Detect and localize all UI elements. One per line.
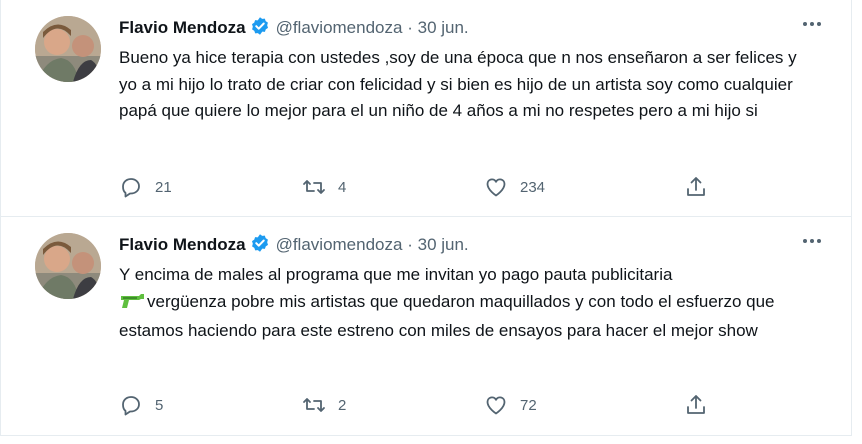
reply-icon [122,178,140,198]
share-button[interactable] [684,393,708,417]
avatar[interactable] [35,16,101,82]
share-icon [687,177,705,196]
retweet-icon [303,398,325,412]
tweet-actions: 5 2 72 [119,393,739,421]
author-name[interactable]: Flavio Mendoza [119,18,246,37]
tweet-actions: 21 4 234 [119,175,739,203]
tweet-feed: Flavio Mendoza @flaviomendoza · 30 jun. B… [0,0,862,444]
reply-count: 5 [155,396,164,414]
retweet-count: 4 [338,178,347,196]
tweet[interactable]: Flavio Mendoza @flaviomendoza · 30 jun. Y… [0,217,852,436]
like-button[interactable]: 234 [484,175,545,199]
retweet-button[interactable]: 2 [302,393,346,417]
author-name[interactable]: Flavio Mendoza [119,235,246,254]
tweet-text: Bueno ya hice terapia con ustedes ,soy d… [119,48,797,120]
retweet-icon [303,180,325,194]
share-button[interactable] [684,175,708,199]
like-count: 234 [520,178,546,196]
tweet-date[interactable]: 30 jun. [418,18,469,37]
like-button[interactable]: 72 [484,393,537,417]
tweet-text-rest: vergüenza pobre mis artistas que quedaro… [119,291,775,341]
verified-badge-icon [250,233,270,258]
tweet-header: Flavio Mendoza @flaviomendoza · 30 jun. [119,233,469,258]
like-count: 72 [520,396,537,414]
reply-icon [122,396,140,416]
share-icon [687,395,705,414]
more-options-icon[interactable] [799,231,825,251]
heart-icon [486,396,506,415]
more-options-icon[interactable] [799,14,825,34]
separator: · [407,18,413,37]
retweet-count: 2 [338,396,347,414]
tweet-text: Y encima de males al programa que me inv… [119,262,819,345]
separator: · [407,235,413,254]
reply-count: 21 [155,178,172,196]
reply-button[interactable]: 5 [119,393,163,417]
retweet-button[interactable]: 4 [302,175,346,199]
tweet-text-line: Y encima de males al programa que me inv… [119,265,673,284]
reply-button[interactable]: 21 [119,175,172,199]
tweet-date[interactable]: 30 jun. [418,235,469,254]
heart-icon [486,178,506,197]
tweet[interactable]: Flavio Mendoza @flaviomendoza · 30 jun. B… [0,0,852,217]
author-handle[interactable]: @flaviomendoza [276,235,403,254]
tweet-header: Flavio Mendoza @flaviomendoza · 30 jun. [119,16,469,41]
author-handle[interactable]: @flaviomendoza [276,18,403,37]
verified-badge-icon [250,16,270,41]
avatar[interactable] [35,233,101,299]
water-pistol-icon [119,292,145,319]
